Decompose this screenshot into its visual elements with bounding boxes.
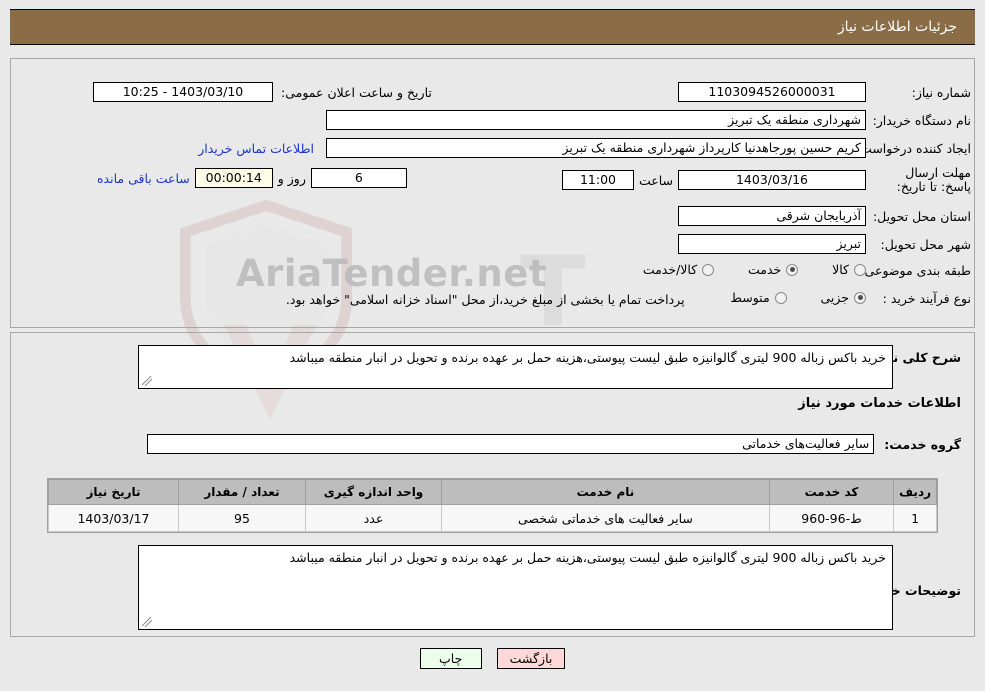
cell-code: ط-96-960 (768, 504, 895, 532)
buyer-notes-value: خرید باکس زباله 900 لیتری گالوانیزه طبق … (289, 550, 886, 565)
table-header-row: ردیف کد خدمت نام خدمت واحد اندازه گیری ت… (48, 479, 937, 505)
page-title: جزئیات اطلاعات نیاز (837, 19, 957, 35)
category-option-0-label: کالا (832, 262, 849, 277)
row-deadline: مهلت ارسال پاسخ: تا تاریخ: 1403/03/16 سا… (561, 165, 971, 194)
row-remaining-time: 6 روز و 00:00:14 ساعت باقی مانده (97, 168, 407, 188)
deadline-time-value: 11:00 (561, 170, 634, 190)
category-option-2-label: کالا/خدمت (642, 262, 698, 277)
purchase-type-radio-jozei[interactable]: جزیی (820, 290, 866, 305)
row-province: استان محل تحویل: آذربایجان شرقی (678, 206, 971, 226)
cell-need-date: 1403/03/17 (48, 504, 179, 532)
requester-label: ایجاد کننده درخواست: (855, 140, 971, 156)
summary-value: خرید باکس زباله 900 لیتری گالوانیزه طبق … (289, 350, 886, 365)
city-label: شهر محل تحویل: (880, 236, 971, 252)
radio-icon-checked[interactable] (786, 263, 799, 276)
remaining-days-label: روز و (277, 170, 306, 186)
province-label: استان محل تحویل: (872, 208, 971, 224)
radio-icon-unchecked[interactable] (774, 291, 787, 304)
remaining-days-value: 6 (310, 168, 407, 188)
radio-icon-unchecked[interactable] (702, 263, 715, 276)
service-group-value: سایر فعالیت‌های خدماتی (147, 434, 875, 454)
col-header-qty: تعداد / مقدار (177, 479, 306, 505)
button-bar: بازگشت چاپ (0, 648, 985, 669)
col-header-unit: واحد اندازه گیری (304, 479, 443, 505)
row-need-number: شماره نیاز: 1103094526000031 (678, 82, 971, 102)
services-heading: اطلاعات خدمات مورد نیاز (798, 396, 961, 411)
resize-grip-icon[interactable] (142, 376, 152, 386)
buyer-org-label: نام دستگاه خریدار: (872, 112, 971, 128)
service-group-label: گروه خدمت: (884, 436, 961, 452)
deadline-label: مهلت ارسال پاسخ: تا تاریخ: (896, 165, 971, 194)
page-root: T AriaTender.net جزئیات اطلاعات نیاز شما… (0, 0, 985, 691)
purchase-type-option-0-label: جزیی (820, 290, 849, 305)
category-radio-kala[interactable]: کالا (832, 262, 866, 277)
need-number-value: 1103094526000031 (678, 82, 866, 102)
col-header-need-date: تاریخ نیاز (48, 479, 179, 505)
announce-date-label: تاریخ و ساعت اعلان عمومی: (281, 84, 432, 100)
row-requester: ایجاد کننده درخواست: کریم حسین پورجاهدنی… (198, 138, 971, 158)
remaining-suffix-label: ساعت باقی مانده (97, 170, 190, 186)
row-category: طبقه بندی موضوعی: کالا خدمت کالا/خدمت (613, 262, 971, 279)
col-header-name: نام خدمت (441, 479, 770, 505)
col-header-row: ردیف (893, 479, 937, 505)
purchase-type-option-1-label: متوسط (730, 290, 770, 305)
purchase-type-radio-motevaset[interactable]: متوسط (730, 290, 787, 305)
services-table: ردیف کد خدمت نام خدمت واحد اندازه گیری ت… (48, 479, 937, 532)
cell-unit: عدد (304, 504, 443, 532)
buyer-notes-textarea[interactable]: خرید باکس زباله 900 لیتری گالوانیزه طبق … (138, 545, 893, 630)
buyer-contact-link[interactable]: اطلاعات تماس خریدار (198, 141, 314, 156)
purchase-type-note: پرداخت تمام یا بخشی از مبلغ خرید،از محل … (285, 291, 685, 307)
requester-value: کریم حسین پورجاهدنیا کارپرداز شهرداری من… (326, 138, 866, 158)
radio-icon-checked[interactable] (854, 291, 866, 304)
table-row: 1 ط-96-960 سایر فعالیت های خدماتی شخصی ع… (48, 504, 937, 532)
radio-icon-unchecked[interactable] (854, 263, 866, 276)
cell-qty: 95 (177, 504, 306, 532)
category-radio-khedmat[interactable]: خدمت (748, 262, 799, 277)
deadline-time-label: ساعت (638, 172, 673, 188)
buyer-org-value: شهرداری منطقه یک تبریز (326, 110, 866, 130)
row-buyer-org: نام دستگاه خریدار: شهرداری منطقه یک تبری… (326, 110, 971, 130)
city-value: تبریز (678, 234, 866, 254)
summary-textarea[interactable]: خرید باکس زباله 900 لیتری گالوانیزه طبق … (138, 345, 893, 389)
category-option-1-label: خدمت (748, 262, 782, 277)
row-purchase-type: نوع فرآیند خرید : جزیی متوسط پرداخت تمام… (286, 290, 971, 307)
resize-grip-icon[interactable] (142, 617, 152, 627)
remaining-timer-value: 00:00:14 (194, 168, 273, 188)
page-header-bar: جزئیات اطلاعات نیاز (10, 9, 975, 45)
purchase-type-label: نوع فرآیند خرید : (882, 290, 971, 306)
row-city: شهر محل تحویل: تبریز (678, 234, 971, 254)
need-number-label: شماره نیاز: (911, 84, 971, 100)
province-value: آذربایجان شرقی (678, 206, 866, 226)
print-button[interactable]: چاپ (419, 648, 482, 669)
back-button[interactable]: بازگشت (496, 648, 566, 669)
services-table-wrap: ردیف کد خدمت نام خدمت واحد اندازه گیری ت… (47, 478, 938, 533)
row-announce-date: تاریخ و ساعت اعلان عمومی: 1403/03/10 - 1… (93, 82, 432, 102)
cell-name: سایر فعالیت های خدماتی شخصی (441, 504, 770, 532)
col-header-code: کد خدمت (768, 479, 895, 505)
category-label: طبقه بندی موضوعی: (860, 262, 971, 278)
deadline-date-value: 1403/03/16 (678, 170, 866, 190)
announce-date-value: 1403/03/10 - 10:25 (93, 82, 273, 102)
row-service-group: گروه خدمت: سایر فعالیت‌های خدماتی (147, 434, 961, 454)
cell-row: 1 (893, 504, 937, 532)
category-radio-kala-khedmat[interactable]: کالا/خدمت (642, 262, 715, 277)
